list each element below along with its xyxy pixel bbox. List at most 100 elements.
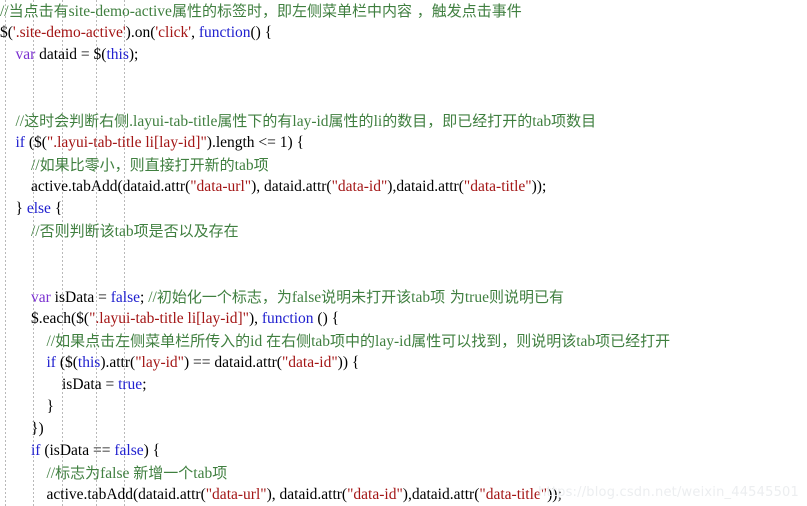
code-token-comment: 属性的标签时，即左侧菜单栏中内容 ，触发点击事件 [171,2,522,20]
code-line: }) [0,418,807,440]
code-token-comment: site-demo-active [68,3,172,20]
code-token-plain: } [46,398,54,415]
code-line: var isData = false; //初始化一个标志，为false说明未打… [0,286,807,308]
code-block: })//当点击有site-demo-active属性的标签时，即左侧菜单栏中内容… [0,0,807,506]
code-line: if ($(".layui-tab-title li[lay-id]").len… [0,132,807,154]
code-token-keyword_alt: var [15,46,36,63]
code-token-plain: )) { [337,354,360,371]
code-token-comment: 如果比零小，则直接打开新的 [39,156,235,174]
code-token-string: "data-id" [331,178,388,195]
code-token-comment: tab [311,333,331,350]
code-token-comment: 的数目，即已经打开的 [382,112,533,130]
code-token-plain: () { [313,310,340,327]
code-token-plain: } [15,200,27,217]
code-token-keyword: if [46,354,56,371]
code-token-comment: 项 [253,156,269,174]
code-token-comment: 属性可以找到，则说明该 [411,332,577,350]
code-token-comment: // [148,289,157,306]
code-token-keyword: else [26,200,51,217]
code-line: var dataid = $(this); [0,44,807,66]
code-token-plain: ) == dataid.attr( [184,354,282,371]
code-token-plain: ).attr( [100,354,136,371]
code-token-plain: ), dataid.attr( [251,178,332,195]
code-token-comment: 项 [212,464,228,482]
code-token-plain: $.each($( [31,310,90,327]
code-token-comment: id [250,333,267,350]
code-token-comment: false [100,465,134,482]
code-line: $.each($(".layui-tab-title li[lay-id]"),… [0,308,807,330]
code-token-comment: 项是否以及存在 [133,222,239,240]
code-token-plain: ; [142,376,147,393]
code-token-plain: , [191,24,199,41]
code-token-plain: ), dataid.attr( [266,486,348,503]
code-token-comment: lay-id [292,113,329,130]
code-token-comment: 属性下的有 [217,112,293,130]
code-token-keyword: false [110,289,141,306]
code-token-string: "data-url" [205,486,267,503]
code-token-comment: 项 为 [430,288,465,306]
code-token-string: 'click' [155,24,192,41]
code-token-comment: li [373,113,383,130]
code-line: //否则判断该tab项是否以及存在 [0,220,807,242]
code-token-string: '.site-demo-active' [12,24,126,41]
code-token-comment: tab [234,157,254,174]
code-token-plain: active.tabAdd(dataid.attr( [46,486,206,503]
code-token-comment: 项已经打开 [595,332,671,350]
code-line [0,66,807,88]
code-token-keyword: this [77,354,101,371]
code-token-comment: tab [576,333,596,350]
code-line: $('.site-demo-active').on('click', funct… [0,22,807,44]
code-token-keyword: true [118,376,143,393]
code-token-comment: 标志为 [55,464,101,482]
code-token-string: ".layui-tab-title li[lay-id]" [46,134,207,151]
code-token-comment: 新增一个 [133,464,194,482]
code-token-plain: $( [0,24,13,41]
code-editor-screenshot: })//当点击有site-demo-active属性的标签时，即左侧菜单栏中内容… [0,0,807,506]
code-token-comment: tab [411,289,431,306]
code-token-string: "data-url" [190,178,252,195]
code-token-plain: ); [128,46,139,63]
code-token-comment: .layui-tab-title [129,113,218,130]
code-token-comment: 属性的 [328,112,374,130]
code-token-keyword: this [106,46,129,63]
code-token-plain: dataid = $( [35,46,107,63]
code-token-comment: // [0,3,9,20]
code-token-keyword_alt: var [31,289,51,306]
code-token-comment: 则说明已有 [488,288,564,306]
code-line: //这时会判断右侧.layui-tab-title属性下的有lay-id属性的l… [0,110,807,132]
code-token-plain: (isData == [40,442,115,459]
code-token-plain: ; [140,289,149,306]
code-token-plain: isData = [50,289,111,306]
code-token-comment: tab [114,223,134,240]
code-line [0,88,807,110]
code-line: if ($(this).attr("lay-id") == dataid.att… [0,352,807,374]
code-token-string: "data-id" [347,486,403,503]
code-token-comment: tab [532,113,552,130]
code-line: //如果点击左侧菜单栏所传入的id 在右侧tab项中的lay-id属性可以找到，… [0,330,807,352]
code-token-comment: 项中的 [330,332,376,350]
code-token-comment: // [31,223,40,240]
code-token-plain: ($( [55,354,78,371]
code-token-keyword: function [198,24,251,41]
code-line: //标志为false 新增一个tab项 [0,462,807,484]
code-token-plain: active.tabAdd(dataid.attr( [31,178,191,195]
code-token-plain: ).on( [125,24,156,41]
code-token-plain: ) { [143,442,161,459]
code-token-keyword: false [114,442,144,459]
code-token-comment: tab [193,465,213,482]
